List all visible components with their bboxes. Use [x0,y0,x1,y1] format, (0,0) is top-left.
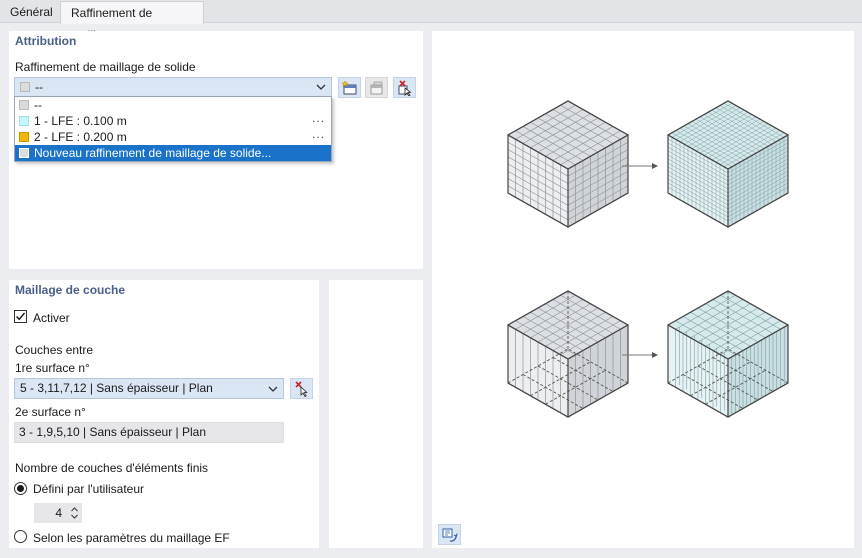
layer-mesh-title: Maillage de couche [15,283,126,297]
dropdown-item-label: 2 - LFE : 0.200 m [34,130,127,144]
color-swatch [20,82,30,92]
pick-surface-button[interactable] [290,378,313,399]
new-icon [341,79,357,94]
arrow-head-icon [652,163,658,169]
more-options-button[interactable]: ... [312,110,325,126]
user-defined-label: Défini par l'utilisateur [33,482,145,496]
solid-refinement-label: Raffinement de maillage de solide [15,60,196,74]
pick-icon [295,380,308,397]
second-surface-label: 2e surface n° [15,405,86,419]
new-refinement-button[interactable] [338,77,361,98]
dropdown-item-none[interactable]: -- [15,97,331,113]
user-defined-radio[interactable] [14,482,27,495]
color-swatch [19,132,29,142]
refresh-image-icon [442,528,458,542]
dropdown-item-label: -- [34,98,42,112]
refined-solid-cube [666,100,790,228]
switch-illustration-button[interactable] [438,524,461,545]
refined-layer-cube [666,290,790,418]
dropdown-item-label: Nouveau raffinement de maillage de solid… [34,146,272,160]
layers-between-label: Couches entre [15,343,94,357]
fe-mesh-settings-radio[interactable] [14,530,27,543]
illustration-panel [432,31,854,548]
chevron-down-icon [316,84,326,90]
solid-refinement-dropdown: -- 1 - LFE : 0.100 m ... 2 - LFE : 0.200… [14,96,332,162]
fe-mesh-settings-label: Selon les paramètres du maillage EF [33,531,230,545]
activate-label: Activer [33,311,70,325]
dropdown-item-refinement-1[interactable]: 1 - LFE : 0.100 m ... [15,110,331,129]
tab-general[interactable]: Général [0,1,60,23]
arrow-head-icon [652,352,658,358]
color-swatch [19,148,29,158]
first-surface-value: 5 - 3,11,7,12 | Sans épaisseur | Plan [20,381,213,395]
first-surface-label: 1re surface n° [15,361,90,375]
second-surface-field: 3 - 1,9,5,10 | Sans épaisseur | Plan [14,422,284,443]
coarse-layer-cube [506,290,630,418]
first-surface-combo[interactable]: 5 - 3,11,7,12 | Sans épaisseur | Plan [14,378,284,399]
pick-icon [398,79,412,96]
color-swatch [19,100,29,110]
stepper-arrows-icon[interactable] [70,505,79,521]
color-swatch [19,116,29,126]
combo-value: -- [35,80,43,94]
layer-count-value: 4 [55,506,62,520]
activate-checkbox[interactable] [14,310,27,323]
edit-refinement-button[interactable] [365,77,388,98]
checkmark-icon [16,312,26,321]
solid-refinement-combo[interactable]: -- [14,77,332,97]
attribution-title: Attribution [15,34,77,48]
pick-refinement-button[interactable] [393,77,416,98]
tab-bar: Général Raffinement de maillage [0,0,862,42]
dropdown-item-refinement-2[interactable]: 2 - LFE : 0.200 m ... [15,126,331,145]
dropdown-item-new-refinement[interactable]: Nouveau raffinement de maillage de solid… [15,145,331,161]
dropdown-item-label: 1 - LFE : 0.100 m [34,114,127,128]
layer-mesh-side-panel [329,280,423,548]
layer-count-stepper[interactable]: 4 [34,503,82,523]
coarse-solid-cube [506,100,630,228]
more-options-button[interactable]: ... [312,126,325,142]
tab-mesh-refinement[interactable]: Raffinement de maillage [60,1,204,42]
chevron-down-icon [268,386,278,392]
mesh-refinement-illustration [506,100,790,418]
edit-icon [370,81,383,94]
fe-layers-count-label: Nombre de couches d'éléments finis [15,461,209,475]
